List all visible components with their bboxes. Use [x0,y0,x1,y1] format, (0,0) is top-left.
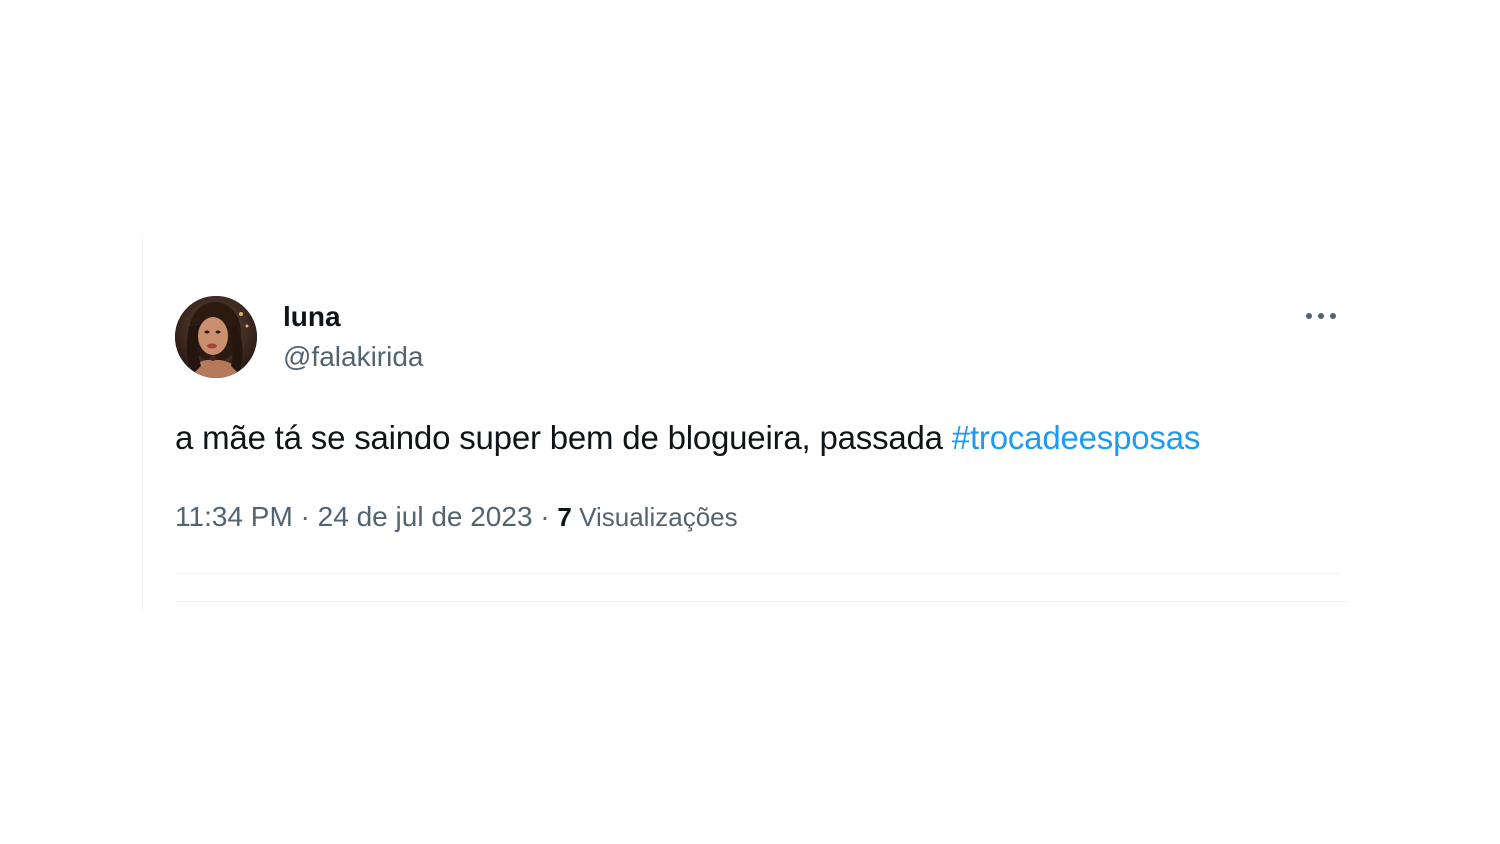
more-button[interactable] [1299,301,1343,331]
tweet-text: a mãe tá se saindo super bem de blogueir… [175,419,1200,457]
avatar-photo [175,296,257,378]
display-name[interactable]: luna [283,301,341,333]
tweet-time[interactable]: 11:34 PM [175,501,293,532]
tweet-card: luna @falakirida a mãe tá se saindo supe… [142,235,1362,611]
views-count: 7 [557,502,572,532]
meta-separator: · [292,501,318,532]
avatar[interactable] [175,296,257,378]
tweet-body: a mãe tá se saindo super bem de blogueir… [175,419,952,456]
user-handle[interactable]: @falakirida [283,341,423,373]
meta-separator: · [532,501,558,532]
tweet-date[interactable]: 24 de jul de 2023 [318,501,533,532]
tweet-meta: 11:34 PM · 24 de jul de 2023 · 7 Visuali… [175,501,738,533]
more-horizontal-icon [1306,313,1336,319]
views-label: Visualizações [571,502,738,532]
divider [175,601,1347,602]
hashtag-link[interactable]: #trocadeesposas [952,419,1201,456]
divider [175,573,1340,574]
